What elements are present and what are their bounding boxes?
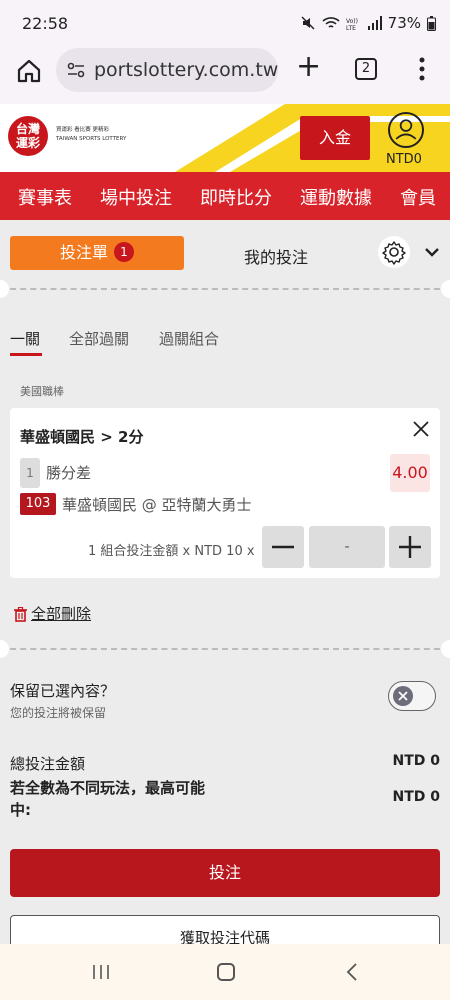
divider xyxy=(0,648,450,650)
nav-item-schedule[interactable]: 賽事表 xyxy=(18,184,72,210)
delete-all-button[interactable]: 全部刪除 xyxy=(14,603,91,624)
divider-notch-left xyxy=(0,280,9,298)
selection-number: 1 xyxy=(20,458,40,488)
tab-single[interactable]: 一關 xyxy=(10,328,40,349)
total-stake-label: 總投注金額 xyxy=(10,755,86,773)
home-icon[interactable] xyxy=(217,963,235,981)
betslip-count-badge: 1 xyxy=(114,242,134,262)
keep-selection-subtitle: 您的投注將被保留 xyxy=(10,706,107,720)
system-nav-bar xyxy=(0,944,450,1000)
close-icon[interactable] xyxy=(412,420,430,438)
event-code: 103 xyxy=(20,493,56,515)
keep-selection-title: 保留已選內容？ xyxy=(10,682,116,700)
svg-text:LTE: LTE xyxy=(346,25,356,30)
bet-card: 華盛頓國民 > 2分 1 勝分差 4.00 103 華盛頓國民 @ 亞特蘭大勇士… xyxy=(10,408,440,578)
chevron-down-icon[interactable] xyxy=(422,244,442,260)
battery-icon xyxy=(427,15,436,31)
tab-all-parlay[interactable]: 全部過關 xyxy=(69,328,129,349)
tab-my-bets[interactable]: 我的投注 xyxy=(244,244,308,268)
tab-switcher-button[interactable]: 2 xyxy=(355,58,377,80)
divider xyxy=(0,288,450,290)
tab-betslip[interactable]: 投注單 1 xyxy=(10,236,184,270)
divider-notch-right xyxy=(441,280,450,298)
balance-label: NTD0 xyxy=(386,152,422,167)
bet-slip: 投注單 1 我的投注 一關 全部過關 過關組合 美國職棒 華盛頓國民 > 2分 1… xyxy=(0,228,450,961)
site-settings-icon[interactable] xyxy=(66,60,86,80)
league-label: 美國職棒 xyxy=(20,385,64,398)
home-icon[interactable] xyxy=(16,58,42,84)
volte-icon: Vo))LTE xyxy=(346,18,358,30)
place-bet-button[interactable]: 投注 xyxy=(10,849,440,897)
toggle-knob xyxy=(393,686,413,706)
close-icon xyxy=(398,691,408,701)
status-bar: 22:58 Vo)) LTE 73% xyxy=(0,0,450,48)
more-menu-icon[interactable] xyxy=(416,56,428,82)
nav-item-live-betting[interactable]: 場中投注 xyxy=(100,184,172,210)
mute-icon xyxy=(301,16,315,30)
stake-input[interactable] xyxy=(309,526,385,568)
new-tab-button[interactable]: + xyxy=(296,52,321,82)
battery-percent: 73% xyxy=(387,14,421,32)
divider-notch-right xyxy=(441,640,450,658)
browser-toolbar: portslottery.com.tw + 2 xyxy=(0,48,450,104)
bet-title: 華盛頓國民 > 2分 xyxy=(20,428,144,446)
deposit-button[interactable]: 入金 xyxy=(300,116,370,160)
wifi-icon xyxy=(322,17,340,28)
site-logo[interactable]: 台灣 運彩 xyxy=(8,116,48,156)
logo-tagline: 買運彩 看比賽 更精彩 TAIWAN SPORTS LOTTERY xyxy=(56,127,127,142)
nav-item-member[interactable]: 會員 xyxy=(400,184,436,210)
user-account-icon[interactable] xyxy=(388,112,424,148)
increase-stake-button[interactable] xyxy=(389,526,431,568)
signal-icon xyxy=(367,16,382,30)
main-nav: 賽事表 場中投注 即時比分 運動數據 會員 xyxy=(0,172,450,220)
stake-label: 1 組合投注金額 x NTD 10 x xyxy=(88,544,255,559)
back-icon[interactable] xyxy=(345,962,359,982)
total-stake-value: NTD 0 xyxy=(392,753,440,769)
market-name: 勝分差 xyxy=(46,464,92,482)
status-time: 22:58 xyxy=(22,14,69,33)
trash-icon xyxy=(14,607,27,622)
nav-item-sports-data[interactable]: 運動數據 xyxy=(300,184,372,210)
keep-selection-toggle[interactable] xyxy=(388,681,436,711)
tab-parlay-combo[interactable]: 過關組合 xyxy=(159,328,219,349)
odds-value: 4.00 xyxy=(390,454,430,492)
address-bar[interactable]: portslottery.com.tw xyxy=(56,48,278,92)
active-tab-indicator xyxy=(10,353,42,356)
match-name: 華盛頓國民 @ 亞特蘭大勇士 xyxy=(62,496,252,514)
divider-notch-left xyxy=(0,640,9,658)
max-payout-value: NTD 0 xyxy=(392,789,440,805)
url-text: portslottery.com.tw xyxy=(94,59,278,81)
recents-icon[interactable] xyxy=(92,964,110,980)
gear-icon[interactable] xyxy=(378,236,410,268)
site-header: 台灣 運彩 買運彩 看比賽 更精彩 TAIWAN SPORTS LOTTERY … xyxy=(0,104,450,172)
decrease-stake-button[interactable] xyxy=(262,526,304,568)
svg-text:Vo)): Vo)) xyxy=(346,18,358,25)
status-icons: Vo)) LTE 73% xyxy=(300,14,436,32)
nav-item-live-scores[interactable]: 即時比分 xyxy=(200,184,272,210)
max-payout-label: 若全數為不同玩法，最高可能中: xyxy=(10,779,206,819)
